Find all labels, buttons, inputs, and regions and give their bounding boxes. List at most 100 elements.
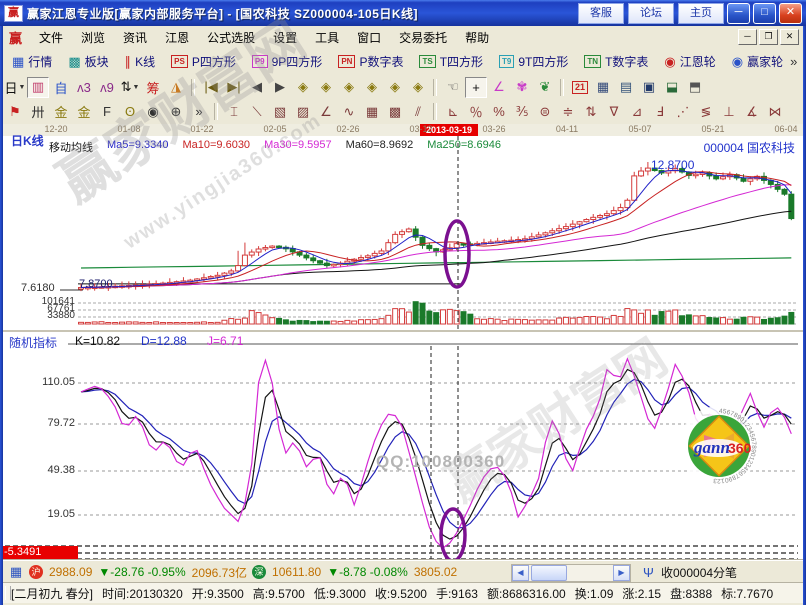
last-page-icon[interactable]: ▶| [223, 77, 245, 98]
toolbar-sector-blocks[interactable]: ▩板块 [61, 50, 115, 73]
scroll-left-icon[interactable]: ◀ [246, 77, 268, 98]
zoom-diamond-4-icon[interactable]: ◈ [361, 77, 383, 98]
toolbar-gann-wheel[interactable]: ◉江恩轮 [657, 50, 722, 73]
horizontal-scrollbar[interactable]: ◀ ▶ [511, 564, 631, 582]
fibonacci-tool-icon[interactable]: F [96, 101, 118, 122]
mdi-minimize-button[interactable]: ─ [738, 29, 757, 45]
measured-angle-tool-icon[interactable]: ∡ [741, 101, 763, 122]
fraction-tool-icon[interactable]: ⅗ [511, 101, 533, 122]
menu-item-窗口[interactable]: 窗口 [348, 27, 390, 48]
golden-circle-tool-icon[interactable]: ⊜ [534, 101, 556, 122]
toolbar-t-number-table[interactable]: TNT数字表 [577, 50, 655, 73]
menu-item-文件[interactable]: 文件 [30, 27, 72, 48]
three-line-chart-icon[interactable]: ʌ3 [73, 77, 95, 98]
knot-tool-icon[interactable]: ❦ [534, 77, 556, 98]
toolbar-p-number-table[interactable]: PNP数字表 [331, 50, 410, 73]
flag-marker-icon[interactable]: ⚑ [4, 101, 26, 122]
title-quick-button-2[interactable]: 论坛 [628, 3, 674, 24]
box-lines-tool-icon[interactable]: ▧ [269, 101, 291, 122]
mdi-restore-button[interactable]: ❐ [759, 29, 778, 45]
mdi-close-button[interactable]: ✕ [780, 29, 799, 45]
calendar-icon[interactable]: 21 [569, 77, 591, 98]
gold-grid-2-icon[interactable]: 金 [73, 101, 95, 122]
flower-tool-icon[interactable]: ✾ [511, 77, 533, 98]
custom-indicator-icon[interactable]: 自 [50, 77, 72, 98]
menu-item-交易委托[interactable]: 交易委托 [390, 27, 456, 48]
wave-line-tool-icon[interactable]: ∿ [338, 101, 360, 122]
angle-line-tool-icon[interactable]: ∠ [315, 101, 337, 122]
menu-item-公式选股[interactable]: 公式选股 [198, 27, 264, 48]
pitchfork-tool-icon[interactable]: ⌶ [223, 101, 245, 122]
chip-distribution-icon[interactable]: 筹 [142, 77, 164, 98]
angle-tool-icon[interactable]: ∠ [488, 77, 510, 98]
period-day-selector-icon[interactable]: 日▼ [4, 77, 26, 98]
zoom-diamond-5-icon[interactable]: ◈ [384, 77, 406, 98]
menu-item-工具[interactable]: 工具 [306, 27, 348, 48]
menu-item-江恩[interactable]: 江恩 [156, 27, 198, 48]
print-icon[interactable]: ⬒ [684, 77, 706, 98]
scrollbar-left-arrow[interactable]: ◀ [512, 565, 529, 581]
ray-lines-tool-icon[interactable]: ⟍ [246, 101, 268, 122]
nine-line-chart-icon[interactable]: ʌ9 [96, 77, 118, 98]
zoom-diamond-6-icon[interactable]: ◈ [407, 77, 429, 98]
scrollbar-thumb[interactable] [531, 565, 567, 581]
triangle-down-tool-icon[interactable]: ∇ [603, 101, 625, 122]
grid-view-icon[interactable]: ▦ [8, 565, 24, 579]
data-export-icon[interactable]: ⬓ [661, 77, 683, 98]
toolbar-overflow-icon[interactable]: » [790, 54, 797, 69]
toolbar-t-square[interactable]: TST四方形 [412, 50, 490, 73]
percent-lines-tool-icon[interactable]: ％ [465, 101, 487, 122]
notebook-icon[interactable]: ▤ [615, 77, 637, 98]
crosshair-tool-icon[interactable]: + [465, 77, 487, 98]
geometric-mean-tool-icon[interactable]: ≑ [557, 101, 579, 122]
menu-item-资讯[interactable]: 资讯 [114, 27, 156, 48]
kline-style-icon[interactable]: ▥ [27, 77, 49, 98]
zoom-diamond-3-icon[interactable]: ◈ [338, 77, 360, 98]
more-draw-tools-icon[interactable]: » [188, 101, 210, 122]
calculator-icon[interactable]: ▦ [592, 77, 614, 98]
toolbar-market-quotes[interactable]: ▦行情 [5, 50, 59, 73]
bowtie-tool-icon[interactable]: ⋈ [764, 101, 786, 122]
minimize-button[interactable]: ─ [727, 3, 750, 24]
toolbar-winner-wheel[interactable]: ◉赢家轮 [725, 50, 790, 73]
kline-pane[interactable]: 日K线 移动均线 Ma5=9.3340 Ma10=9.6030 Ma30=9.5… [3, 136, 803, 330]
percent-tool-icon[interactable]: % [488, 101, 510, 122]
maximize-button[interactable]: □ [753, 3, 776, 24]
gann-grid-icon[interactable]: 卅 [27, 101, 49, 122]
right-angle-tool-icon[interactable]: ⊾ [442, 101, 464, 122]
save-disk-icon[interactable]: ▣ [638, 77, 660, 98]
diag-dots-tool-icon[interactable]: ⋰ [672, 101, 694, 122]
turned-f-tool-icon[interactable]: Ⅎ [649, 101, 671, 122]
colored-triangle-chart-icon[interactable]: ◮ [165, 77, 187, 98]
updown-tool-icon[interactable]: ⇅ [580, 101, 602, 122]
toolbar-nine-t-square[interactable]: T99T四方形 [492, 50, 575, 73]
menu-item-帮助[interactable]: 帮助 [456, 27, 498, 48]
toolbar-nine-p-square[interactable]: P99P四方形 [245, 50, 329, 73]
menu-item-设置[interactable]: 设置 [264, 27, 306, 48]
gold-grid-1-icon[interactable]: 金 [50, 101, 72, 122]
zoom-diamond-2-icon[interactable]: ◈ [315, 77, 337, 98]
tick-feed-label[interactable]: 收000004分笔 [661, 564, 737, 581]
title-quick-button-1[interactable]: 客服 [578, 3, 624, 24]
scroll-right-icon[interactable]: ▶ [269, 77, 291, 98]
title-quick-button-3[interactable]: 主页 [678, 3, 724, 24]
box-shade-tool-icon[interactable]: ▨ [292, 101, 314, 122]
spiral-tool-icon[interactable]: ʘ [119, 101, 141, 122]
perpendicular-tool-icon[interactable]: ⊥ [718, 101, 740, 122]
menu-item-浏览[interactable]: 浏览 [72, 27, 114, 48]
wheel-small-tool-icon[interactable]: ⊕ [165, 101, 187, 122]
first-page-icon[interactable]: |◀ [200, 77, 222, 98]
parallel-lines-tool-icon[interactable]: ⫽ [407, 101, 429, 122]
circle-dot-tool-icon[interactable]: ◉ [142, 101, 164, 122]
scrollbar-right-arrow[interactable]: ▶ [613, 565, 630, 581]
grid-dense-tool-icon[interactable]: ▩ [384, 101, 406, 122]
triangle-tool-icon[interactable]: ⊿ [626, 101, 648, 122]
less-greater-tool-icon[interactable]: ≶ [695, 101, 717, 122]
grid-small-tool-icon[interactable]: ▦ [361, 101, 383, 122]
zoom-diamond-1-icon[interactable]: ◈ [292, 77, 314, 98]
pan-hand-tool-icon[interactable]: ☜ [442, 77, 464, 98]
candle-type-selector-icon[interactable]: ⇅▼ [119, 77, 141, 98]
toolbar-p-square[interactable]: PSP四方形 [164, 50, 243, 73]
toolbar-kline-chart[interactable]: ∥K线 [118, 50, 163, 73]
close-button[interactable]: ✕ [779, 3, 802, 24]
